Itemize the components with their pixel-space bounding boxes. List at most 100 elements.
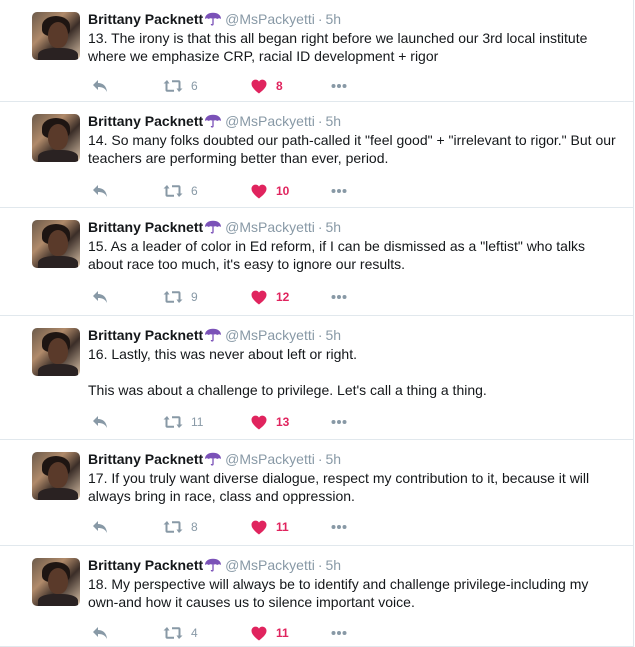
avatar[interactable]	[32, 114, 80, 162]
tweet-header: Brittany Packnett @MsPackyetti · 5h	[88, 326, 341, 346]
more-button[interactable]	[331, 413, 347, 431]
umbrella-icon	[204, 12, 222, 30]
avatar[interactable]	[32, 220, 80, 268]
author-handle[interactable]: @MsPackyetti	[225, 113, 315, 129]
like-count: 8	[276, 79, 283, 93]
reply-icon	[92, 79, 108, 93]
tweet[interactable]: Brittany Packnett @MsPackyetti · 5h 17. If y…	[0, 440, 634, 546]
more-button[interactable]	[331, 182, 347, 200]
retweet-button[interactable]: 9	[163, 288, 198, 306]
like-button[interactable]: 8	[251, 77, 283, 95]
umbrella-icon	[204, 328, 222, 346]
like-count: 11	[276, 626, 289, 640]
retweet-button[interactable]: 4	[163, 624, 198, 642]
reply-button[interactable]	[92, 624, 108, 642]
more-icon	[331, 188, 347, 194]
tweet-body: 16. Lastly, this was never about left or…	[88, 345, 618, 399]
umbrella-icon	[204, 114, 222, 132]
author-name[interactable]: Brittany Packnett	[88, 11, 203, 27]
author-name[interactable]: Brittany Packnett	[88, 219, 203, 235]
tweet-text: 18. My perspective will always be to ide…	[88, 576, 589, 610]
separator-dot: ·	[317, 11, 323, 27]
author-name[interactable]: Brittany Packnett	[88, 557, 203, 573]
like-button[interactable]: 13	[251, 413, 289, 431]
avatar[interactable]	[32, 12, 80, 60]
retweet-count: 8	[191, 520, 198, 534]
tweet-header: Brittany Packnett @MsPackyetti · 5h	[88, 112, 341, 132]
retweet-icon	[163, 415, 183, 429]
retweet-button[interactable]: 8	[163, 518, 198, 536]
reply-button[interactable]	[92, 77, 108, 95]
retweet-count: 9	[191, 290, 198, 304]
timestamp[interactable]: 5h	[326, 451, 342, 467]
separator-dot: ·	[317, 557, 323, 573]
heart-icon	[251, 184, 267, 199]
tweet[interactable]: Brittany Packnett @MsPackyetti · 5h 14. So m…	[0, 102, 634, 208]
retweet-button[interactable]: 6	[163, 77, 198, 95]
more-icon	[331, 419, 347, 425]
retweet-button[interactable]: 11	[163, 413, 203, 431]
umbrella-icon	[204, 452, 222, 470]
retweet-count: 4	[191, 626, 198, 640]
tweet[interactable]: Brittany Packnett @MsPackyetti · 5h 13. The …	[0, 0, 634, 102]
reply-button[interactable]	[92, 518, 108, 536]
tweet-header: Brittany Packnett @MsPackyetti · 5h	[88, 10, 341, 30]
tweet-timeline: Brittany Packnett @MsPackyetti · 5h 13. The …	[0, 0, 635, 647]
author-name[interactable]: Brittany Packnett	[88, 451, 203, 467]
tweet-header: Brittany Packnett @MsPackyetti · 5h	[88, 556, 341, 576]
like-button[interactable]: 11	[251, 518, 289, 536]
separator-dot: ·	[317, 451, 323, 467]
reply-button[interactable]	[92, 182, 108, 200]
timestamp[interactable]: 5h	[326, 327, 342, 343]
tweet-body: 17. If you truly want diverse dialogue, …	[88, 469, 618, 505]
tweet-text: 16. Lastly, this was never about left or…	[88, 346, 357, 362]
author-handle[interactable]: @MsPackyetti	[225, 11, 315, 27]
more-icon	[331, 630, 347, 636]
more-icon	[331, 524, 347, 530]
retweet-button[interactable]: 6	[163, 182, 198, 200]
like-button[interactable]: 10	[251, 182, 289, 200]
author-handle[interactable]: @MsPackyetti	[225, 451, 315, 467]
timestamp[interactable]: 5h	[326, 557, 342, 573]
tweet-header: Brittany Packnett @MsPackyetti · 5h	[88, 218, 341, 238]
like-count: 11	[276, 520, 289, 534]
more-button[interactable]	[331, 624, 347, 642]
timestamp[interactable]: 5h	[326, 113, 342, 129]
separator-dot: ·	[317, 113, 323, 129]
more-button[interactable]	[331, 77, 347, 95]
timestamp[interactable]: 5h	[326, 219, 342, 235]
avatar[interactable]	[32, 452, 80, 500]
author-name[interactable]: Brittany Packnett	[88, 327, 203, 343]
heart-icon	[251, 520, 267, 535]
retweet-count: 11	[191, 415, 204, 429]
author-handle[interactable]: @MsPackyetti	[225, 557, 315, 573]
reply-icon	[92, 290, 108, 304]
author-name[interactable]: Brittany Packnett	[88, 113, 203, 129]
more-button[interactable]	[331, 288, 347, 306]
avatar[interactable]	[32, 558, 80, 606]
like-count: 13	[276, 415, 290, 429]
retweet-count: 6	[191, 184, 198, 198]
tweet[interactable]: Brittany Packnett @MsPackyetti · 5h 18. My p…	[0, 546, 634, 647]
tweet-text: 13. The irony is that this all began rig…	[88, 30, 588, 64]
heart-icon	[251, 415, 267, 430]
tweet-body: 14. So many folks doubted our path-calle…	[88, 131, 618, 167]
avatar[interactable]	[32, 328, 80, 376]
like-button[interactable]: 11	[251, 624, 289, 642]
reply-icon	[92, 626, 108, 640]
author-handle[interactable]: @MsPackyetti	[225, 219, 315, 235]
tweet-body: 18. My perspective will always be to ide…	[88, 575, 618, 611]
retweet-icon	[163, 79, 183, 93]
timestamp[interactable]: 5h	[326, 11, 342, 27]
umbrella-icon	[204, 558, 222, 576]
tweet-text: 15. As a leader of color in Ed reform, i…	[88, 238, 586, 272]
author-handle[interactable]: @MsPackyetti	[225, 327, 315, 343]
reply-icon	[92, 520, 108, 534]
separator-dot: ·	[317, 219, 323, 235]
reply-button[interactable]	[92, 413, 108, 431]
like-button[interactable]: 12	[251, 288, 289, 306]
reply-button[interactable]	[92, 288, 108, 306]
tweet[interactable]: Brittany Packnett @MsPackyetti · 5h 15. As a…	[0, 208, 634, 316]
more-button[interactable]	[331, 518, 347, 536]
tweet[interactable]: Brittany Packnett @MsPackyetti · 5h 16. Last…	[0, 316, 634, 440]
